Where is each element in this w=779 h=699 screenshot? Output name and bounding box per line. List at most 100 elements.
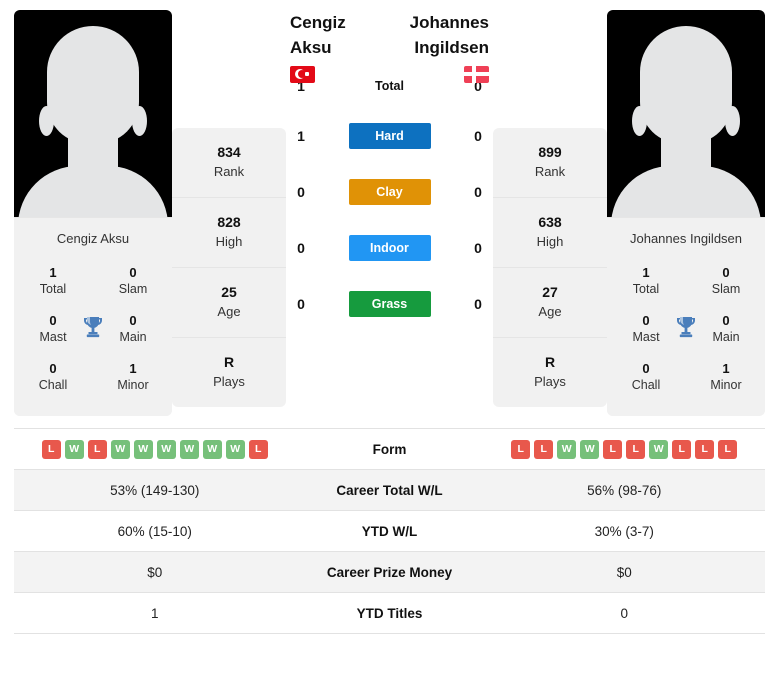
avatar-silhouette-head	[640, 26, 732, 144]
stat-value: 899	[538, 144, 562, 160]
form-badge-win[interactable]: W	[557, 439, 577, 459]
title-mast: 0 Mast	[621, 312, 671, 346]
h2h-row-indoor: 0 Indoor 0	[290, 220, 489, 276]
title-value: 0	[129, 265, 137, 280]
stat-value: 27	[542, 284, 558, 300]
head-to-head-column: Cengiz Aksu Johannes Ingildsen 1 Total 0…	[286, 10, 493, 332]
title-label: Main	[119, 330, 147, 344]
table-row-ytd-wl: 60% (15-10) YTD W/L 30% (3-7)	[14, 511, 765, 552]
right-player-avatar	[607, 10, 765, 217]
h2h-right-score: 0	[474, 240, 482, 256]
title-value: 0	[642, 313, 650, 328]
title-value: 0	[722, 265, 730, 280]
stat-label: Plays	[213, 374, 245, 389]
trophy-icon	[671, 315, 701, 344]
form-badge-loss[interactable]: L	[511, 439, 531, 459]
title-main: 0 Main	[108, 312, 158, 346]
right-player-caption: Johannes Ingildsen	[607, 217, 765, 258]
title-value: 1	[129, 361, 137, 376]
form-badge-win[interactable]: W	[156, 439, 176, 459]
title-total: 1 Total	[28, 264, 78, 298]
avatar-silhouette-ear-right	[132, 106, 147, 136]
avatar-silhouette-head	[47, 26, 139, 144]
stat-age: 25 Age	[172, 268, 286, 338]
form-badge-loss[interactable]: L	[695, 439, 715, 459]
titles-row: 0 Mast 0 Main	[20, 306, 166, 354]
h2h-left-score: 0	[297, 240, 305, 256]
form-badge-loss[interactable]: L	[248, 439, 268, 459]
titles-row: 0 Mast 0 Main	[613, 306, 759, 354]
player-comparison-header: Cengiz Aksu 1 Total 0 Slam 0 Mast 0 Main…	[0, 0, 779, 416]
stat-label: Rank	[213, 164, 245, 179]
left-player-profile: Cengiz Aksu 1 Total 0 Slam 0 Mast 0 Main…	[14, 10, 172, 416]
form-badge-loss[interactable]: L	[672, 439, 692, 459]
h2h-row-total: 1 Total 0	[290, 64, 489, 108]
row-label: Career Total W/L	[336, 482, 443, 498]
left-player-caption: Cengiz Aksu	[14, 217, 172, 258]
left-form-strip: LWLWWWWWWL	[41, 439, 268, 459]
table-row-form: LWLWWWWWWL Form LLWWLLWLLL	[14, 429, 765, 470]
h2h-label-total: Total	[375, 79, 404, 93]
titles-row: 1 Total 0 Slam	[20, 258, 166, 306]
form-badge-win[interactable]: W	[110, 439, 130, 459]
trophy-icon	[78, 315, 108, 344]
table-row-career-prize-money: $0 Career Prize Money $0	[14, 552, 765, 593]
right-player-name[interactable]: Johannes Ingildsen	[369, 10, 489, 60]
form-badge-win[interactable]: W	[133, 439, 153, 459]
title-label: Minor	[710, 378, 742, 392]
right-player-stats: 899 Rank 638 High 27 Age R Plays	[493, 128, 607, 407]
h2h-left-score: 0	[297, 184, 305, 200]
form-badge-loss[interactable]: L	[718, 439, 738, 459]
stat-rank: 834 Rank	[172, 128, 286, 198]
turkey-flag-icon	[290, 66, 315, 83]
form-badge-loss[interactable]: L	[603, 439, 623, 459]
stat-age: 27 Age	[493, 268, 607, 338]
title-value: 1	[722, 361, 730, 376]
form-badge-loss[interactable]: L	[626, 439, 646, 459]
form-badge-win[interactable]: W	[649, 439, 669, 459]
cross-horizontal	[464, 72, 489, 76]
stat-plays: R Plays	[172, 338, 286, 407]
left-player-titles: 1 Total 0 Slam 0 Mast 0 Main 0 Chall 1 M…	[14, 258, 172, 416]
surface-chip-grass[interactable]: Grass	[348, 291, 431, 317]
form-badge-loss[interactable]: L	[87, 439, 107, 459]
form-badge-loss[interactable]: L	[534, 439, 554, 459]
title-value: 0	[129, 313, 137, 328]
h2h-right-score: 0	[474, 184, 482, 200]
stat-label: Plays	[534, 374, 566, 389]
surface-chip-hard[interactable]: Hard	[348, 123, 431, 149]
title-value: 1	[49, 265, 57, 280]
row-label: YTD Titles	[356, 605, 423, 621]
h2h-left-score: 0	[297, 296, 305, 312]
surface-chip-clay[interactable]: Clay	[348, 179, 431, 205]
title-minor: 1 Minor	[108, 360, 158, 394]
right-value: 30% (3-7)	[594, 523, 654, 539]
right-form-cell: LLWWLLWLLL	[484, 432, 766, 467]
form-badge-win[interactable]: W	[179, 439, 199, 459]
right-player-profile: Johannes Ingildsen 1 Total 0 Slam 0 Mast…	[607, 10, 765, 416]
form-badge-win[interactable]: W	[64, 439, 84, 459]
left-player-name[interactable]: Cengiz Aksu	[290, 10, 369, 60]
left-value: 53% (149-130)	[110, 482, 200, 498]
left-player-avatar	[14, 10, 172, 217]
left-player-stats: 834 Rank 828 High 25 Age R Plays	[172, 128, 286, 407]
title-chall: 0 Chall	[621, 360, 671, 394]
form-badge-win[interactable]: W	[225, 439, 245, 459]
left-value: 60% (15-10)	[117, 523, 192, 539]
surface-chip-indoor[interactable]: Indoor	[348, 235, 431, 261]
form-badge-win[interactable]: W	[202, 439, 222, 459]
form-badge-loss[interactable]: L	[41, 439, 61, 459]
denmark-flag-icon	[464, 66, 489, 83]
star-shape	[305, 72, 309, 76]
left-player-card: Cengiz Aksu 1 Total 0 Slam 0 Mast 0 Main…	[14, 10, 172, 416]
stat-high: 828 High	[172, 198, 286, 268]
h2h-left-score: 1	[297, 128, 305, 144]
title-value: 0	[49, 361, 57, 376]
right-value: 0	[620, 605, 628, 621]
avatar-silhouette-ear-left	[39, 106, 54, 136]
title-label: Chall	[631, 378, 661, 392]
title-label: Main	[712, 330, 740, 344]
form-badge-win[interactable]: W	[580, 439, 600, 459]
right-player-titles: 1 Total 0 Slam 0 Mast 0 Main 0 Chall 1 M…	[607, 258, 765, 416]
title-value: 0	[49, 313, 57, 328]
